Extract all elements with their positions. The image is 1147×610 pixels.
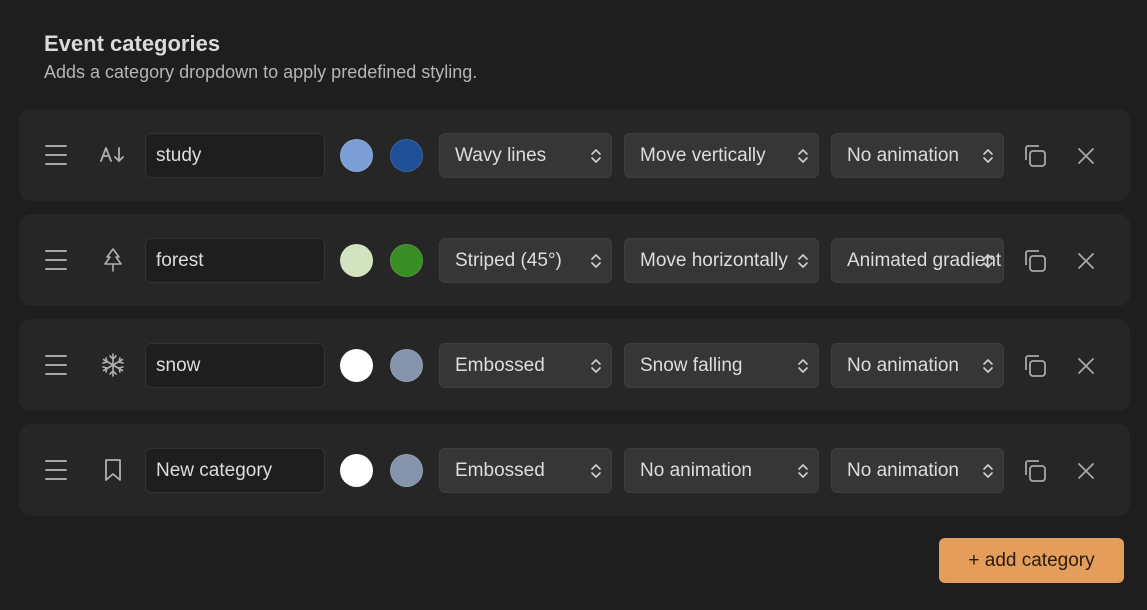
animation-select-value: No animation <box>847 355 959 376</box>
category-row: Embossed Snow falling No animation <box>19 319 1130 411</box>
chevron-updown-icon <box>798 149 808 163</box>
animation-select-value: No animation <box>847 460 959 481</box>
motion-select[interactable]: No animation <box>624 448 819 493</box>
pattern-select-value: Striped (45°) <box>455 250 562 271</box>
section-title: Event categories <box>44 31 221 56</box>
drag-handle-icon[interactable] <box>45 355 67 375</box>
pattern-select-value: Embossed <box>455 460 545 481</box>
close-icon[interactable] <box>1072 247 1100 275</box>
pattern-select[interactable]: Wavy lines <box>439 133 612 178</box>
category-name-input[interactable] <box>145 238 325 283</box>
duplicate-icon[interactable] <box>1021 247 1049 275</box>
drag-handle-icon[interactable] <box>45 460 67 480</box>
chevron-updown-icon <box>798 254 808 268</box>
add-category-button[interactable]: + add category <box>939 538 1124 583</box>
chevron-updown-icon <box>591 359 601 373</box>
drag-handle-icon[interactable] <box>45 250 67 270</box>
motion-select[interactable]: Snow falling <box>624 343 819 388</box>
chevron-updown-icon <box>983 149 993 163</box>
category-row: Embossed No animation No animation <box>19 424 1130 516</box>
category-name-input[interactable] <box>145 343 325 388</box>
section-description: Adds a category dropdown to apply predef… <box>44 62 478 82</box>
light-color-swatch[interactable] <box>340 454 373 487</box>
chevron-updown-icon <box>591 149 601 163</box>
pattern-select[interactable]: Striped (45°) <box>439 238 612 283</box>
dark-color-swatch[interactable] <box>390 139 423 172</box>
chevron-updown-icon <box>591 464 601 478</box>
chevron-updown-icon <box>798 359 808 373</box>
motion-select[interactable]: Move vertically <box>624 133 819 178</box>
snowflake-icon[interactable] <box>98 352 128 378</box>
duplicate-icon[interactable] <box>1021 352 1049 380</box>
category-name-input[interactable] <box>145 448 325 493</box>
motion-select-value: Move vertically <box>640 145 766 166</box>
duplicate-icon[interactable] <box>1021 457 1049 485</box>
duplicate-icon[interactable] <box>1021 142 1049 170</box>
bookmark-icon[interactable] <box>98 457 128 483</box>
close-icon[interactable] <box>1072 457 1100 485</box>
category-row: Wavy lines Move vertically No animation <box>19 109 1130 201</box>
animation-select[interactable]: No animation <box>831 343 1004 388</box>
pattern-select[interactable]: Embossed <box>439 448 612 493</box>
animation-select-value: No animation <box>847 145 959 166</box>
pattern-select[interactable]: Embossed <box>439 343 612 388</box>
animation-select[interactable]: No animation <box>831 133 1004 178</box>
animation-select-value: Animated gradient <box>847 250 1002 271</box>
animation-select[interactable]: No animation <box>831 448 1004 493</box>
dark-color-swatch[interactable] <box>390 244 423 277</box>
close-icon[interactable] <box>1072 142 1100 170</box>
light-color-swatch[interactable] <box>340 139 373 172</box>
settings-header: Event categories Adds a category dropdow… <box>44 30 477 84</box>
tree-icon[interactable] <box>98 247 128 273</box>
dark-color-swatch[interactable] <box>390 349 423 382</box>
category-name-input[interactable] <box>145 133 325 178</box>
motion-select-value: No animation <box>640 460 752 481</box>
pattern-select-value: Wavy lines <box>455 145 547 166</box>
chevron-updown-icon <box>983 254 993 268</box>
sort-alpha-down-icon[interactable] <box>98 142 128 168</box>
motion-select-value: Move horizontally <box>640 250 788 271</box>
pattern-select-value: Embossed <box>455 355 545 376</box>
light-color-swatch[interactable] <box>340 349 373 382</box>
chevron-updown-icon <box>983 464 993 478</box>
chevron-updown-icon <box>798 464 808 478</box>
close-icon[interactable] <box>1072 352 1100 380</box>
category-row: Striped (45°) Move horizontally Animated… <box>19 214 1130 306</box>
chevron-updown-icon <box>591 254 601 268</box>
dark-color-swatch[interactable] <box>390 454 423 487</box>
drag-handle-icon[interactable] <box>45 145 67 165</box>
light-color-swatch[interactable] <box>340 244 373 277</box>
animation-select[interactable]: Animated gradient <box>831 238 1004 283</box>
chevron-updown-icon <box>983 359 993 373</box>
motion-select[interactable]: Move horizontally <box>624 238 819 283</box>
motion-select-value: Snow falling <box>640 355 743 376</box>
